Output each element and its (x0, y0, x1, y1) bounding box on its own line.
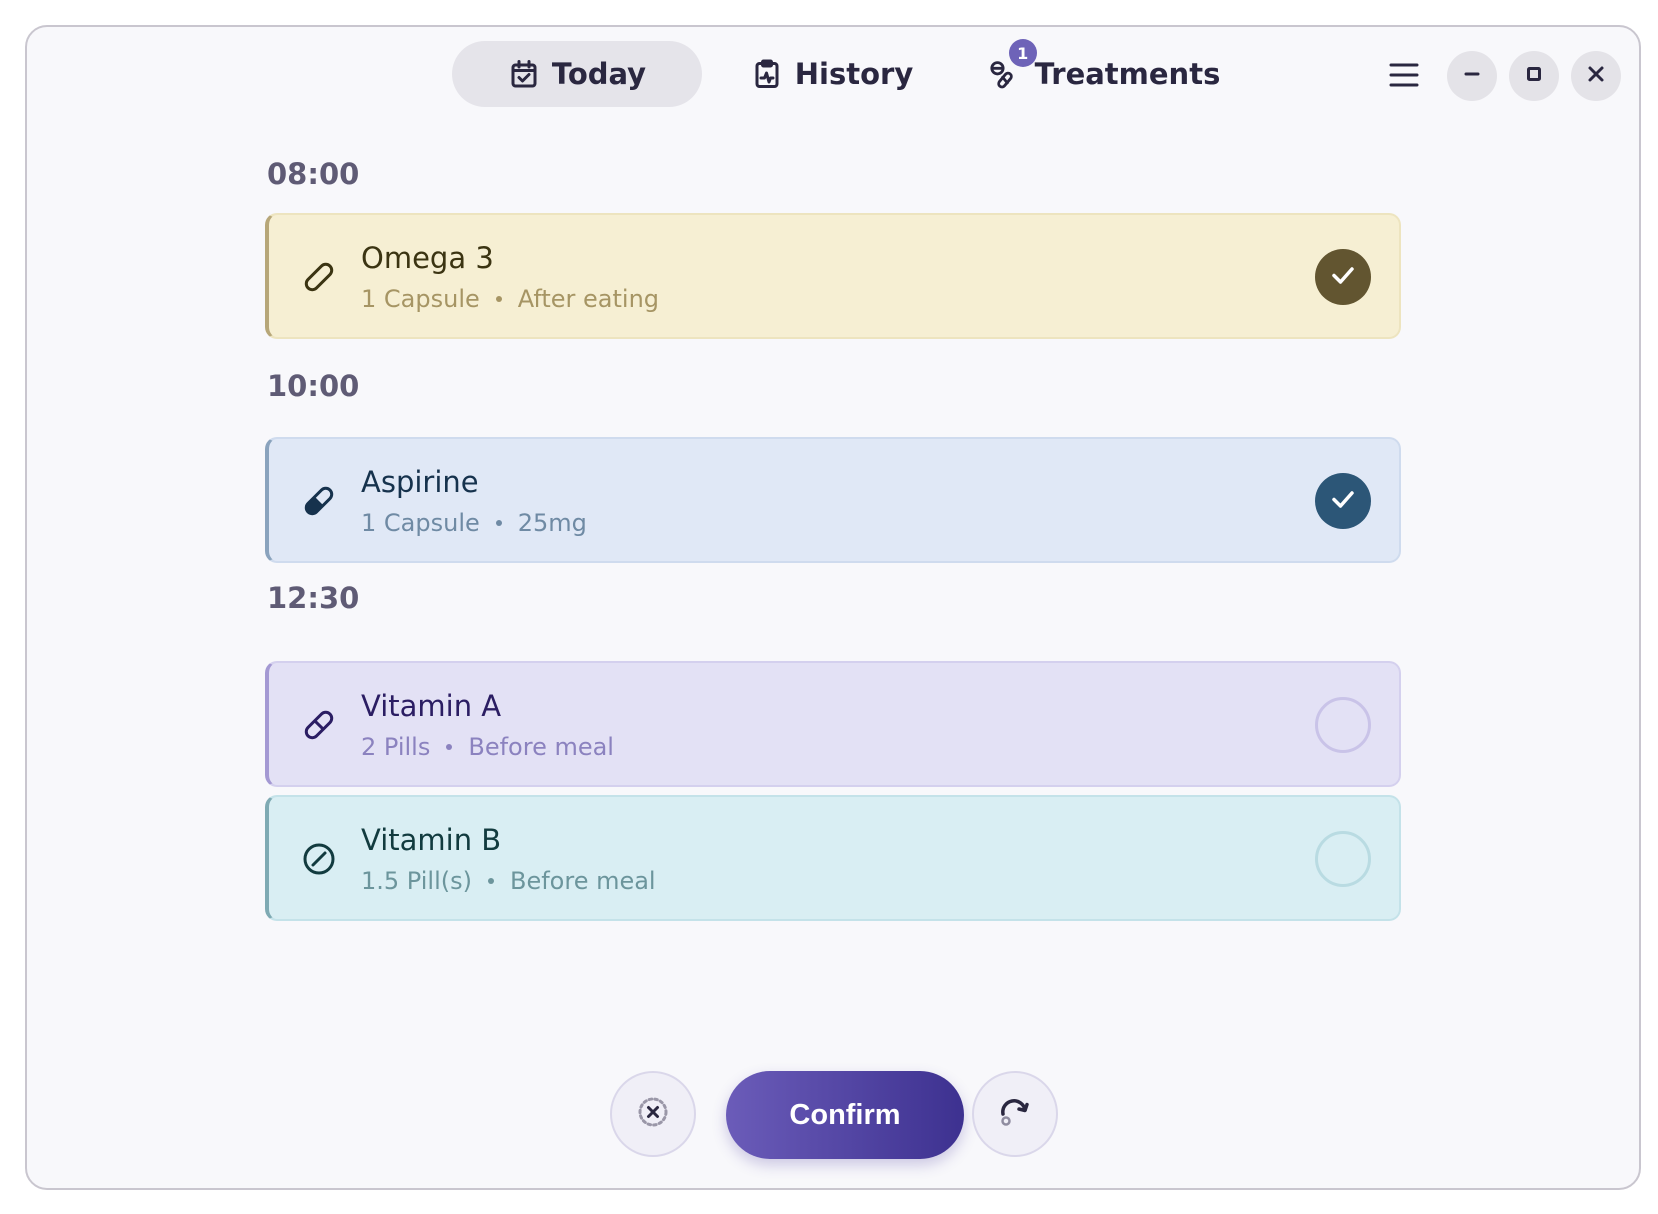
hamburger-menu-button[interactable] (1382, 55, 1426, 99)
separator-dot (446, 744, 453, 750)
close-icon (1587, 65, 1605, 87)
treatments-badge: 1 (1008, 39, 1037, 67)
maximize-button[interactable] (1509, 51, 1559, 101)
app-window: Today History 1 Treatments 08:00 Omega 3… (25, 25, 1641, 1190)
clipboard-chart-icon (751, 58, 783, 90)
separator-dot (487, 878, 494, 884)
medication-card-omega-3[interactable]: Omega 3 1 Capsule After eating (265, 213, 1401, 339)
maximize-icon (1525, 65, 1543, 87)
capsule-icon (301, 259, 337, 295)
taken-checkbox[interactable] (1315, 473, 1371, 529)
medication-note: 25mg (517, 509, 587, 537)
skip-dose-icon (636, 1095, 670, 1133)
medication-meta: 1 Capsule 25mg (361, 509, 587, 537)
time-heading: 08:00 (267, 157, 360, 191)
time-heading: 12:30 (267, 581, 360, 615)
pill-icon (301, 707, 337, 743)
medication-dose: 1.5 Pill(s) (361, 867, 472, 895)
header-bar: Today History 1 Treatments (27, 27, 1639, 137)
calendar-check-icon (508, 58, 540, 90)
medication-card-vitamin-b[interactable]: Vitamin B 1.5 Pill(s) Before meal (265, 795, 1401, 921)
medication-meta: 1 Capsule After eating (361, 285, 659, 313)
capsule-half-filled-icon (301, 483, 337, 519)
taken-checkbox[interactable] (1315, 249, 1371, 305)
tab-today[interactable]: Today (452, 41, 702, 107)
skip-button[interactable] (610, 1071, 696, 1157)
separator-dot (495, 296, 502, 302)
medication-name: Aspirine (361, 465, 479, 499)
medication-name: Vitamin A (361, 689, 502, 723)
medication-name: Vitamin B (361, 823, 502, 857)
medication-note: After eating (517, 285, 660, 313)
tab-today-label: Today (551, 57, 647, 91)
medication-name: Omega 3 (361, 241, 494, 275)
reschedule-button[interactable] (972, 1071, 1058, 1157)
confirm-button[interactable]: Confirm (726, 1071, 964, 1159)
taken-checkbox[interactable] (1315, 831, 1371, 887)
close-button[interactable] (1571, 51, 1621, 101)
medication-note: Before meal (468, 733, 614, 761)
medication-card-aspirine[interactable]: Aspirine 1 Capsule 25mg (265, 437, 1401, 563)
taken-checkbox[interactable] (1315, 697, 1371, 753)
medication-meta: 1.5 Pill(s) Before meal (361, 867, 656, 895)
medication-dose: 1 Capsule (361, 285, 480, 313)
medication-card-vitamin-a[interactable]: Vitamin A 2 Pills Before meal (265, 661, 1401, 787)
hamburger-menu-icon (1389, 62, 1419, 92)
medication-dose: 2 Pills (361, 733, 431, 761)
tab-treatments-label: Treatments (1034, 57, 1221, 91)
checkmark-icon (1329, 261, 1357, 293)
reschedule-icon (998, 1095, 1032, 1133)
tab-history[interactable]: History (727, 41, 937, 107)
time-heading: 10:00 (267, 369, 360, 403)
medication-note: Before meal (509, 867, 656, 895)
tab-treatments[interactable]: 1 Treatments (982, 39, 1227, 107)
tab-history-label: History (794, 57, 914, 91)
medication-meta: 2 Pills Before meal (361, 733, 614, 761)
treatments-icon-wrap: 1 (989, 39, 1037, 91)
minimize-button[interactable] (1447, 51, 1497, 101)
minimize-icon (1463, 65, 1481, 87)
medication-dose: 1 Capsule (361, 509, 480, 537)
round-tablet-icon (301, 841, 337, 877)
checkmark-icon (1329, 485, 1357, 517)
separator-dot (495, 520, 502, 526)
